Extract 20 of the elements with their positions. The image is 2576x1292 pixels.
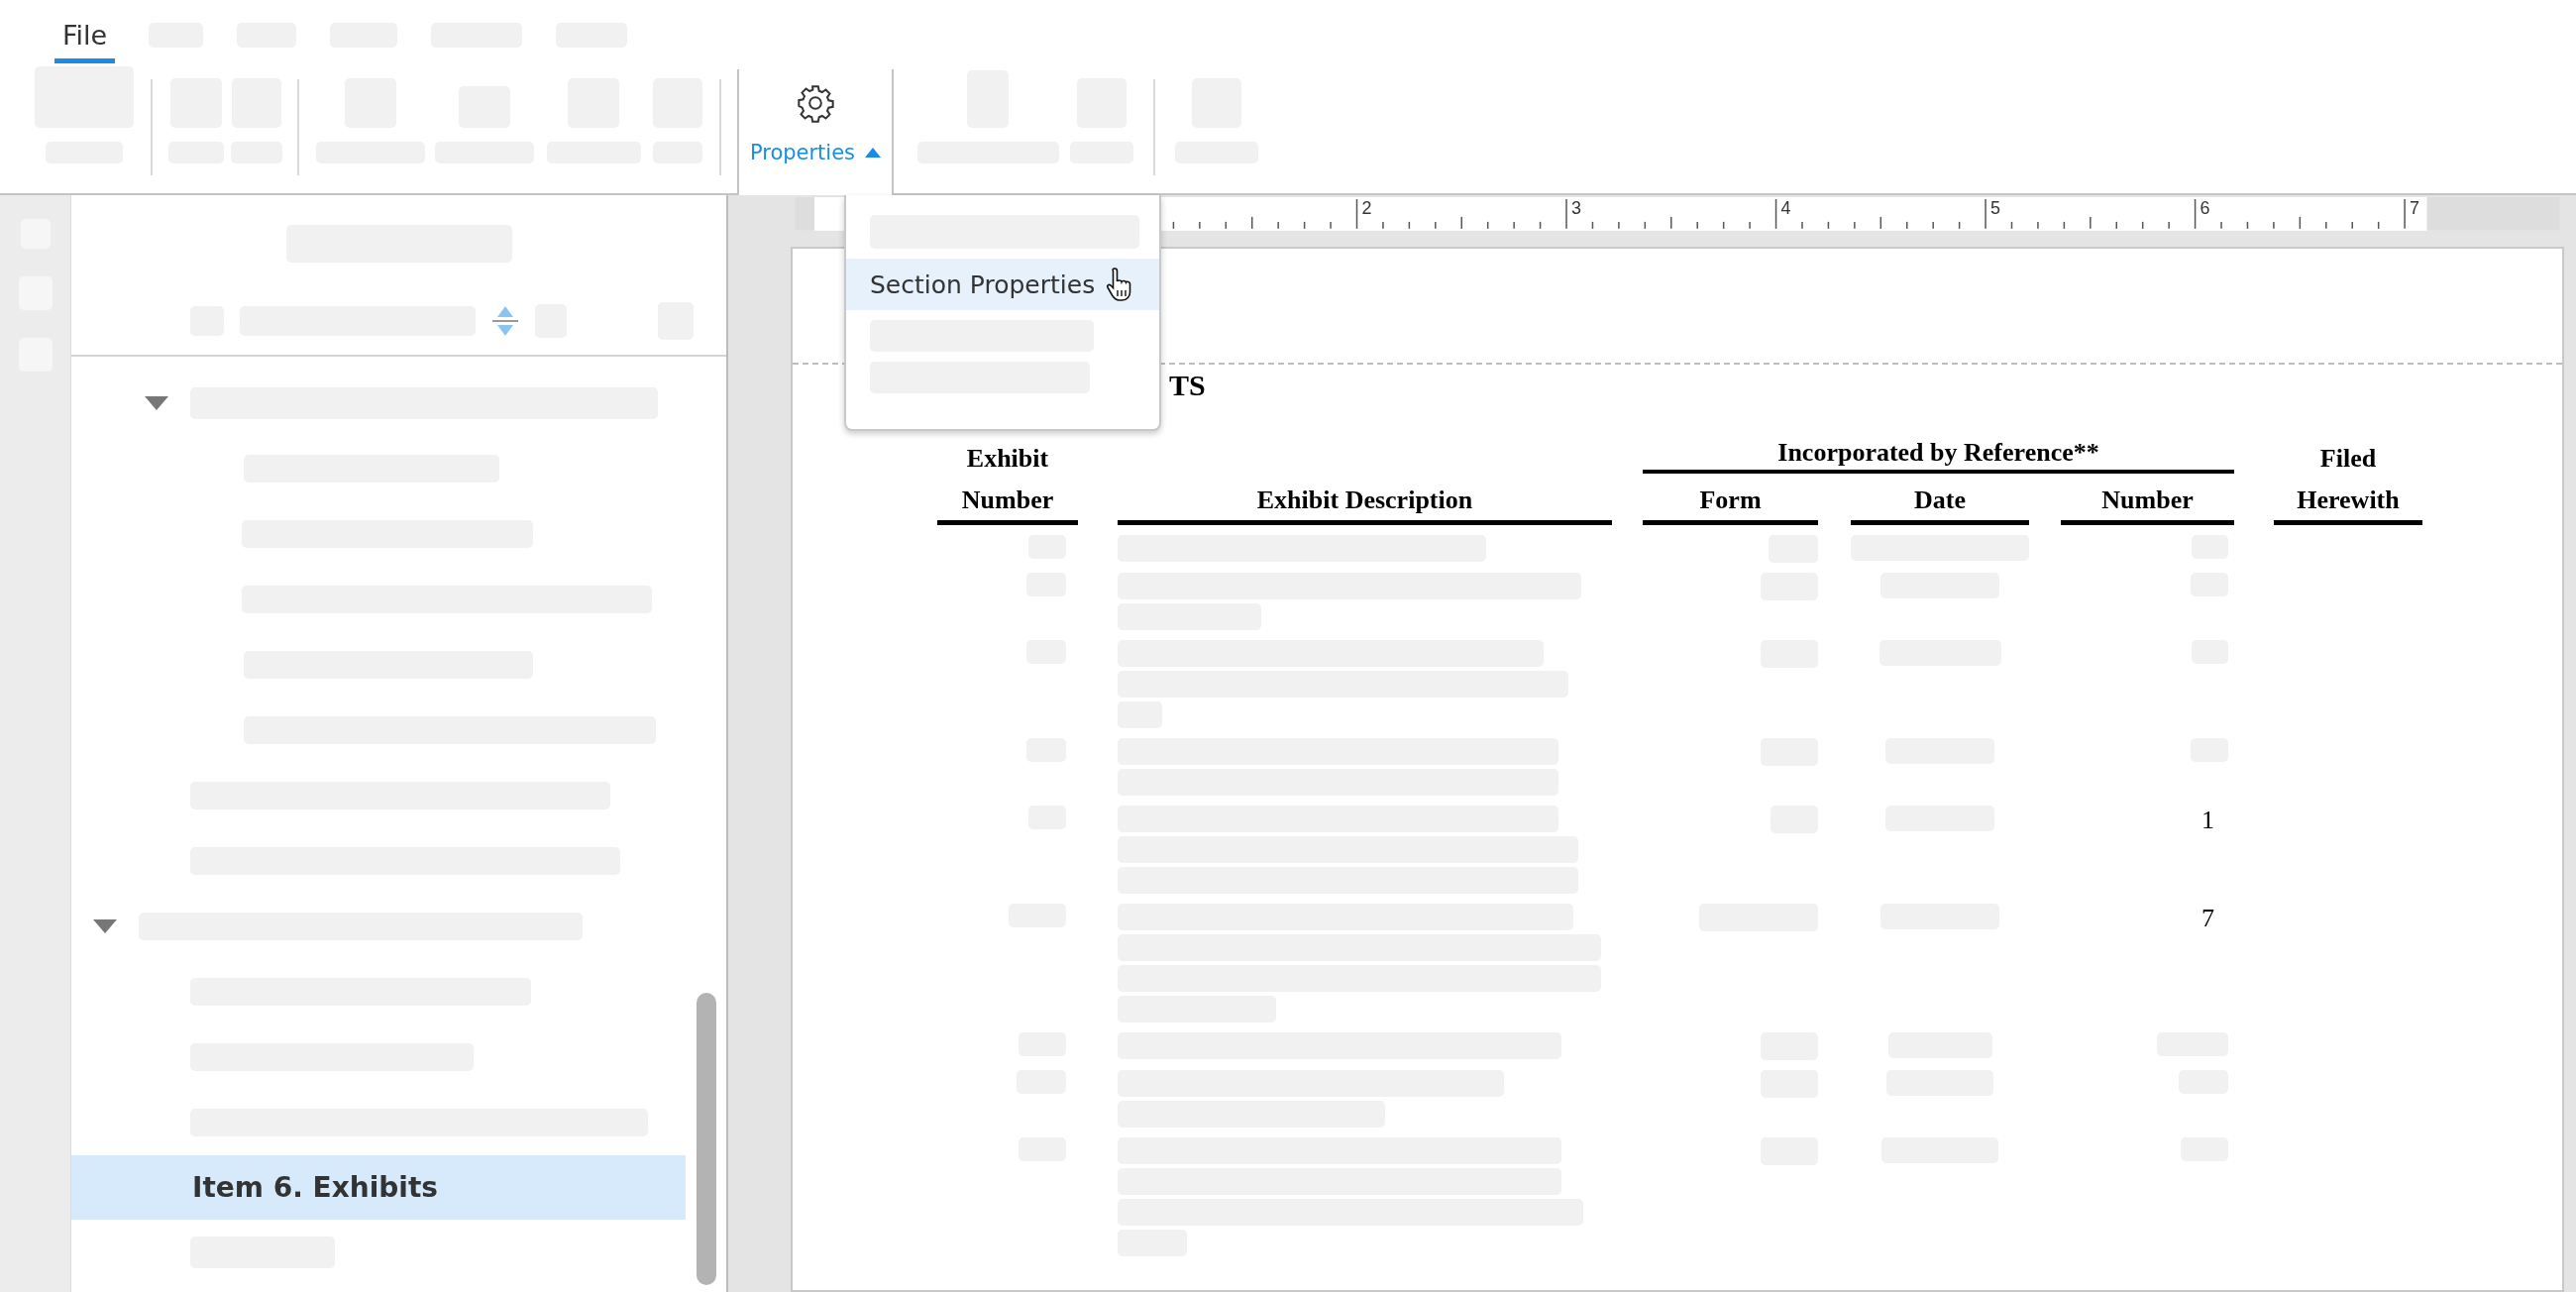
properties-button[interactable]: Properties xyxy=(737,69,894,195)
column-header: Number xyxy=(2061,479,2234,526)
hand-cursor-icon xyxy=(1107,267,1133,302)
settings-icon xyxy=(796,83,835,123)
column-header: Exhibit Description xyxy=(1118,479,1612,526)
caret-icon[interactable] xyxy=(93,919,117,933)
table-cell-text: 7 xyxy=(2201,904,2215,934)
group-header: Incorporated by Reference** xyxy=(1643,437,2234,474)
caret-icon xyxy=(865,148,882,158)
caret-icon[interactable] xyxy=(145,396,168,410)
section-heading: TS xyxy=(1169,368,1206,402)
column-header: Date xyxy=(1851,479,2029,526)
menu-item[interactable]: Section Properties xyxy=(846,259,1159,310)
column-header: Form xyxy=(1643,479,1818,526)
outline-item[interactable]: Item 6. Exhibits xyxy=(71,1155,686,1220)
sort-icon[interactable] xyxy=(491,305,519,337)
column-header: Exhibit Number xyxy=(937,438,1078,526)
column-header: Filed Herewith xyxy=(2274,438,2422,526)
scrollbar-thumb[interactable] xyxy=(697,993,716,1285)
table-cell-text: 1 xyxy=(2201,806,2215,836)
